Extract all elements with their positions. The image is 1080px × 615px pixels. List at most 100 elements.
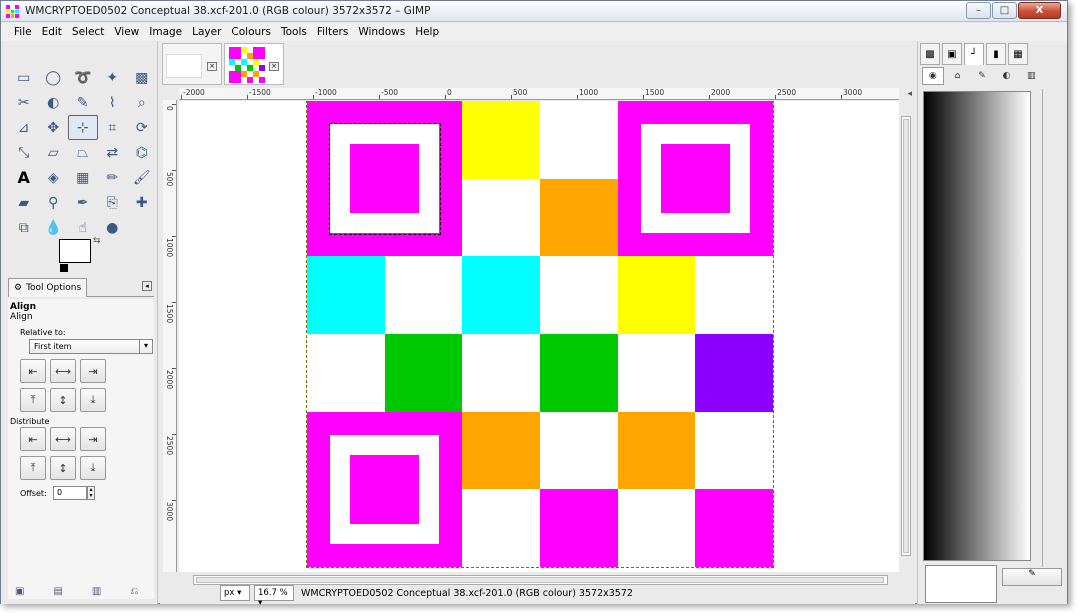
close-button[interactable]: X bbox=[1018, 2, 1061, 19]
restore-options-icon[interactable]: ▤ bbox=[53, 586, 62, 597]
pencil-icon[interactable]: ✏ bbox=[98, 165, 128, 190]
cage-icon[interactable]: ⌬ bbox=[127, 140, 157, 165]
align-left-button[interactable]: ⇤ bbox=[20, 359, 46, 383]
airbrush-icon[interactable]: ⚲ bbox=[39, 190, 69, 215]
foreground-select-icon[interactable]: ◐ bbox=[39, 90, 69, 115]
align-right-button[interactable]: ⇥ bbox=[80, 359, 106, 383]
gradient-preview[interactable] bbox=[923, 91, 1031, 561]
dock-scrollbar[interactable] bbox=[1042, 89, 1054, 567]
align-top-button[interactable]: ⤒ bbox=[20, 388, 46, 412]
ruler-label: 1500 bbox=[645, 88, 665, 97]
fg-bg-colors[interactable]: ⇆ bbox=[59, 236, 105, 273]
scale-icon[interactable]: ⤡ bbox=[9, 140, 39, 165]
image-tab-qr[interactable]: × bbox=[224, 43, 284, 85]
menu-file[interactable]: File bbox=[9, 23, 37, 41]
device-icon[interactable]: ⌂ bbox=[947, 67, 969, 85]
minimize-button[interactable]: – bbox=[966, 2, 991, 19]
brushes-icon[interactable]: ▩ bbox=[920, 43, 940, 65]
distribute-bottom-button[interactable]: ⤓ bbox=[80, 456, 106, 480]
distribute-right-button[interactable]: ⇥ bbox=[80, 427, 106, 451]
paintbrush-icon[interactable]: 🖌 bbox=[127, 165, 157, 190]
align-bottom-button[interactable]: ⤓ bbox=[80, 388, 106, 412]
align-center-h-button[interactable]: ⟷ bbox=[50, 359, 76, 383]
patterns-icon[interactable]: ▣ bbox=[942, 43, 962, 65]
shear-icon[interactable]: ▱ bbox=[39, 140, 69, 165]
edit-icon[interactable]: ✎ bbox=[1002, 568, 1062, 586]
menu-image[interactable]: Image bbox=[144, 23, 187, 41]
rect-select-icon[interactable]: ▭ bbox=[9, 65, 39, 90]
select-by-color-icon[interactable]: ▩ bbox=[127, 65, 157, 90]
eraser-icon[interactable]: ▰ bbox=[9, 190, 39, 215]
menu-colours[interactable]: Colours bbox=[226, 23, 276, 41]
close-icon[interactable]: × bbox=[207, 62, 217, 71]
qr-cell bbox=[539, 411, 618, 490]
zoom-select[interactable]: 16.7 % ▾ bbox=[254, 585, 294, 608]
qr-image[interactable] bbox=[306, 101, 774, 568]
tool-options-tab[interactable]: ⚙ Tool Options bbox=[8, 278, 88, 297]
menu-help[interactable]: Help bbox=[410, 23, 444, 41]
paths-icon[interactable]: ✎ bbox=[68, 90, 98, 115]
gradients-icon[interactable]: ▮ bbox=[986, 43, 1006, 65]
gimp-icon[interactable]: ◉ bbox=[922, 67, 944, 85]
clone-icon[interactable]: ⎘ bbox=[98, 190, 128, 215]
image-tab-untitled[interactable]: × bbox=[162, 43, 222, 85]
align-icon[interactable]: ⊹ bbox=[68, 115, 98, 140]
canvas-viewport[interactable] bbox=[179, 101, 899, 572]
tab-menu-icon[interactable]: ◂ bbox=[142, 281, 152, 291]
zoom-icon[interactable]: ⌕ bbox=[127, 90, 157, 115]
distribute-top-button[interactable]: ⤒ bbox=[20, 456, 46, 480]
menu-edit[interactable]: Edit bbox=[37, 23, 67, 41]
flip-icon[interactable]: ⇄ bbox=[98, 140, 128, 165]
fuzzy-select-icon[interactable]: ✦ bbox=[98, 65, 128, 90]
heal-icon[interactable]: ✚ bbox=[127, 190, 157, 215]
brush-icon[interactable]: ◐ bbox=[996, 67, 1018, 85]
offset-input[interactable]: 0 bbox=[53, 486, 87, 500]
rotate-icon[interactable]: ⟳ bbox=[127, 115, 157, 140]
bucket-fill-icon[interactable]: ◈ bbox=[39, 165, 69, 190]
color-picker-icon[interactable]: ⌇ bbox=[98, 90, 128, 115]
perspective-clone-icon[interactable]: ⧉ bbox=[9, 215, 39, 240]
unit-select[interactable]: px ▾ bbox=[220, 585, 250, 601]
menu-select[interactable]: Select bbox=[67, 23, 109, 41]
lasso-icon[interactable]: ➰ bbox=[68, 65, 98, 90]
default-colors-icon[interactable] bbox=[60, 264, 68, 272]
distribute-center-h-button[interactable]: ⟷ bbox=[50, 427, 76, 451]
ink-icon[interactable]: ✒ bbox=[68, 190, 98, 215]
menu-layer[interactable]: Layer bbox=[187, 23, 226, 41]
blur-icon[interactable]: 💧 bbox=[39, 215, 69, 240]
scissors-icon[interactable]: ✂ bbox=[9, 90, 39, 115]
menu-filters[interactable]: Filters bbox=[312, 23, 353, 41]
vertical-scrollbar[interactable] bbox=[901, 116, 911, 556]
move-icon[interactable]: ✥ bbox=[39, 115, 69, 140]
distribute-center-v-button[interactable]: ↕ bbox=[50, 456, 76, 480]
vertical-ruler[interactable]: 0 500 1000 1500 2000 2500 3000 bbox=[163, 100, 177, 572]
tools-icon[interactable]: ✎ bbox=[971, 67, 993, 85]
horizontal-ruler[interactable]: -2000 -1500 -1000 -500 0 500 1000 1500 2000 2500 3… bbox=[179, 88, 899, 100]
menu-tools[interactable]: Tools bbox=[276, 23, 312, 41]
distribute-left-button[interactable]: ⇤ bbox=[20, 427, 46, 451]
reset-options-icon[interactable]: ⎌ bbox=[130, 586, 138, 597]
crop-icon[interactable]: ⌗ bbox=[98, 115, 128, 140]
ellipse-select-icon[interactable]: ◯ bbox=[39, 65, 69, 90]
blend-icon[interactable]: ▦ bbox=[68, 165, 98, 190]
perspective-icon[interactable]: ⏢ bbox=[68, 140, 98, 165]
measure-icon[interactable]: ⊿ bbox=[9, 115, 39, 140]
align-center-v-button[interactable]: ↕ bbox=[50, 388, 76, 412]
menu-windows[interactable]: Windows bbox=[353, 23, 410, 41]
foreground-color-swatch[interactable] bbox=[59, 239, 91, 263]
relative-to-select[interactable]: First item ▾ bbox=[29, 339, 153, 354]
toolbox: ▭ ◯ ➰ ✦ ▩ ✂ ◐ ✎ ⌇ ⌕ ⊿ ✥ ⊹ ⌗ ⟳ ⤡ ▱ ⏢ ⇄ ⌬ A ◈ ▦ ✏ 🖌 ▰ ⚲ ✒ ⎘ ✚ ⧉ 💧 ☝ ● ⇆ ⚙ T… bbox=[1, 41, 158, 604]
close-icon[interactable]: × bbox=[269, 62, 279, 71]
offset-spinner[interactable]: ▴ ▾ bbox=[87, 486, 95, 500]
palettes-icon[interactable]: ▦ bbox=[1008, 43, 1028, 65]
ruler-corner-arrow-icon[interactable]: ◂ bbox=[907, 89, 912, 99]
dodge-burn-icon[interactable]: ● bbox=[98, 215, 128, 240]
menu-view[interactable]: View bbox=[109, 23, 144, 41]
delete-options-icon[interactable]: ▥ bbox=[92, 586, 101, 597]
paths-tab-icon[interactable]: ┘ bbox=[964, 43, 984, 65]
save-options-icon[interactable]: ▣ bbox=[15, 586, 24, 597]
text-icon[interactable]: A bbox=[9, 165, 39, 190]
maximize-button[interactable]: □ bbox=[992, 2, 1017, 19]
colors-icon[interactable]: ▥ bbox=[1020, 67, 1042, 85]
swap-colors-icon[interactable]: ⇆ bbox=[93, 236, 101, 246]
